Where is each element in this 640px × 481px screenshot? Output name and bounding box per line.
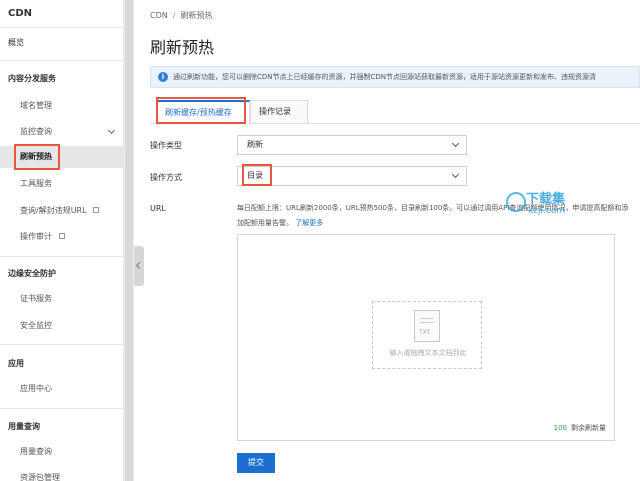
tab-bar: 刷新缓存/预热缓存 操作记录: [150, 100, 640, 125]
divider: [0, 408, 124, 409]
sidebar-item-app-center[interactable]: 应用中心: [0, 378, 124, 400]
drop-hint: 输入或拖拽文本文档到此: [389, 349, 467, 357]
remaining-label: 剩余刷新量: [571, 424, 606, 432]
page-title: 刷新预热: [150, 38, 215, 57]
sidebar-item-cert[interactable]: 证书服务: [0, 288, 124, 310]
op-type-label: 操作类型: [150, 141, 182, 150]
watermark-text: 下载集: [526, 192, 566, 207]
sidebar-item-security-monitor[interactable]: 安全监控: [0, 315, 124, 337]
breadcrumb-separator: /: [172, 11, 176, 20]
sidebar-item-violation-url[interactable]: 查询/解封违规URL: [0, 200, 124, 222]
txt-file-label: TXT: [419, 329, 431, 336]
tab-operation-log[interactable]: 操作记录: [250, 100, 308, 124]
divider: [0, 344, 124, 345]
chevron-down-icon: [451, 139, 460, 148]
remaining-quota: 100 剩余刷新量: [554, 423, 606, 433]
tab-refresh-preload[interactable]: 刷新缓存/预热缓存: [156, 100, 250, 125]
remaining-count: 100: [553, 424, 567, 432]
sidebar-item-overview[interactable]: 概览: [0, 32, 124, 54]
divider: [0, 27, 124, 28]
select-value: 目录: [247, 171, 263, 180]
breadcrumb: CDN / 刷新预热: [150, 10, 212, 21]
external-link-icon: [58, 232, 65, 239]
sidebar-item-label: 操作审计: [20, 232, 52, 241]
breadcrumb-root[interactable]: CDN: [150, 11, 168, 20]
submit-button[interactable]: 提交: [237, 453, 275, 473]
divider: [0, 60, 124, 61]
url-textarea[interactable]: TXT 输入或拖拽文本文档到此 100 剩余刷新量: [237, 234, 615, 441]
breadcrumb-current: 刷新预热: [180, 11, 213, 20]
scrollbar-thumb[interactable]: [125, 0, 133, 481]
select-value: 刷新: [247, 140, 263, 149]
sidebar-item-resource-pack[interactable]: 资源包管理: [0, 467, 124, 481]
sidebar-scrollbar[interactable]: [124, 0, 134, 481]
sidebar-item-label: 监控查询: [20, 127, 52, 136]
op-type-select[interactable]: 刷新: [237, 135, 467, 155]
notice-text: 通过刷新功能，您可以删除CDN节点上已经缓存的资源，并强制CDN节点回源站获取最…: [173, 73, 597, 81]
sidebar-group-apps: 应用: [8, 359, 24, 368]
watermark-logo-icon: [506, 192, 526, 212]
chevron-down-icon: [451, 170, 460, 179]
watermark: 下载集 xzji.com: [498, 186, 598, 226]
file-drop-zone[interactable]: TXT 输入或拖拽文本文档到此: [372, 301, 482, 369]
info-notice: i 通过刷新功能，您可以删除CDN节点上已经缓存的资源，并强制CDN节点回源站获…: [150, 66, 640, 88]
op-method-label: 操作方式: [150, 173, 182, 182]
sidebar-group-usage: 用量查询: [8, 422, 40, 431]
collapse-sidebar-handle[interactable]: [134, 246, 144, 286]
op-method-select[interactable]: 目录: [237, 166, 467, 186]
learn-more-link[interactable]: 了解更多: [295, 219, 323, 227]
external-link-icon: [93, 206, 100, 213]
main-content: CDN / 刷新预热 刷新预热 i 通过刷新功能，您可以删除CDN节点上已经缓存的资…: [144, 0, 640, 481]
txt-file-icon: TXT: [414, 310, 440, 342]
info-icon: i: [158, 72, 168, 82]
url-label: URL: [150, 204, 166, 213]
watermark-url: xzji.com: [528, 206, 566, 216]
sidebar-item-refresh[interactable]: 刷新预热: [0, 146, 124, 168]
divider: [0, 256, 124, 257]
sidebar-item-domain[interactable]: 域名管理: [0, 95, 124, 117]
sidebar-item-tools[interactable]: 工具服务: [0, 173, 124, 195]
sidebar-title: CDN: [8, 8, 33, 19]
sidebar: CDN 概览 内容分发服务 域名管理 监控查询 刷新预热 工具服务 查询/解封违…: [0, 0, 124, 481]
sidebar-item-audit[interactable]: 操作审计: [0, 226, 124, 248]
sidebar-group-cdn: 内容分发服务: [8, 74, 56, 83]
sidebar-item-usage[interactable]: 用量查询: [0, 441, 124, 463]
chevron-down-icon: [107, 126, 116, 135]
sidebar-item-label: 查询/解封违规URL: [20, 206, 87, 215]
sidebar-item-monitor[interactable]: 监控查询: [0, 121, 124, 143]
sidebar-group-security: 边缘安全防护: [8, 269, 56, 278]
